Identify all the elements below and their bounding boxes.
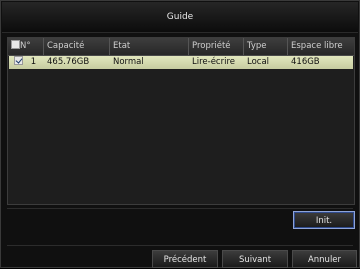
header-num: N°: [8, 38, 44, 55]
row-type: Local: [247, 57, 270, 67]
init-button[interactable]: Init.: [293, 211, 355, 229]
header-free-space: Espace libre: [291, 41, 343, 51]
select-all-checkbox[interactable]: [11, 40, 20, 49]
divider: [7, 208, 353, 209]
row-free-space: 416GB: [291, 57, 320, 67]
header-type: Type: [244, 38, 288, 55]
previous-button[interactable]: Précédent: [152, 250, 218, 268]
header-state: Etat: [110, 38, 189, 55]
header-num-label: N°: [20, 41, 31, 51]
header-capacity: Capacité: [44, 38, 110, 55]
next-button[interactable]: Suivant: [222, 250, 288, 268]
row-capacity: 465.76GB: [47, 57, 90, 67]
cancel-button[interactable]: Annuler: [292, 250, 357, 268]
table-header: N° Capacité Etat Propriété Type Espace l…: [8, 38, 354, 56]
row-num-cell: 1: [9, 56, 44, 69]
setup-wizard-window: Guide N° Capacité Etat Propriété Type Es…: [0, 0, 360, 268]
window-title: Guide: [2, 2, 358, 33]
divider: [7, 245, 353, 246]
row-state: Normal: [113, 57, 144, 67]
hdd-table: N° Capacité Etat Propriété Type Espace l…: [7, 37, 355, 205]
row-property: Lire-écrire: [192, 57, 235, 67]
row-checkbox[interactable]: [14, 56, 23, 65]
header-property: Propriété: [189, 38, 244, 55]
table-row[interactable]: 1 465.76GB Normal Lire-écrire Local 416G…: [9, 56, 353, 69]
row-num: 1: [30, 57, 37, 67]
